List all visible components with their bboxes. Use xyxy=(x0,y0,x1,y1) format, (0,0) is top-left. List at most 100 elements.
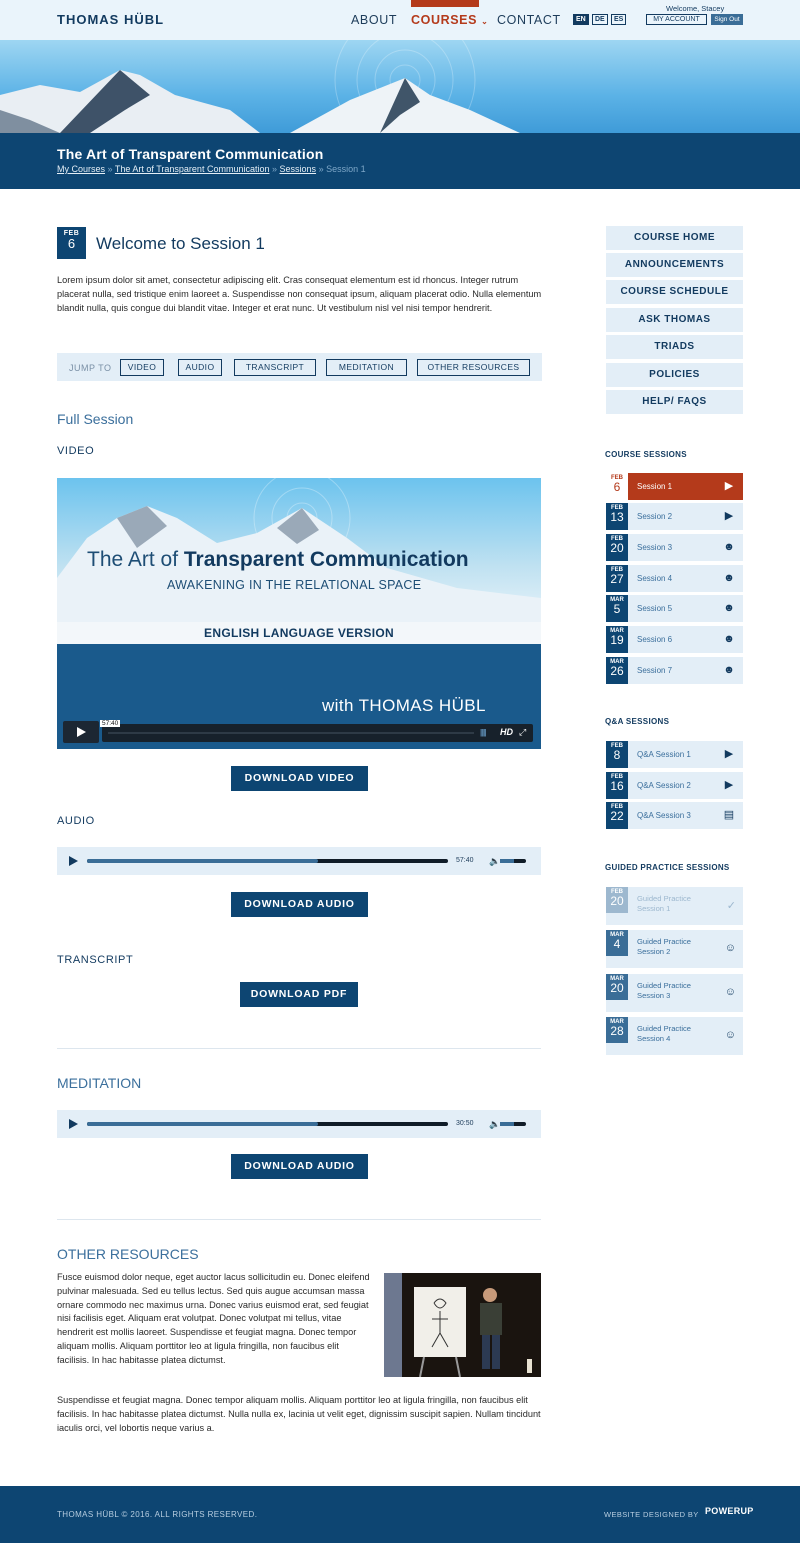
session-label: Session 1 xyxy=(637,482,673,491)
audio-scrubber[interactable] xyxy=(87,859,448,863)
video-player[interactable]: The Art of Transparent Communication AWA… xyxy=(57,478,541,749)
volume-icon[interactable]: ||||| xyxy=(480,728,486,737)
qa-session-item[interactable]: FEB 16 Q&A Session 2 ▶︎ xyxy=(606,772,743,799)
session-label: Session 4 xyxy=(637,574,673,583)
volume-icon[interactable]: 🔈 xyxy=(489,856,500,867)
lang-de[interactable]: DE xyxy=(592,14,608,25)
divider xyxy=(57,1219,541,1220)
divider xyxy=(57,1048,541,1049)
full-session-title: Full Session xyxy=(57,411,134,427)
video-play-button[interactable] xyxy=(63,721,99,743)
download-audio-button[interactable]: DOWNLOAD AUDIO xyxy=(231,892,368,917)
session-label: Session 2 xyxy=(637,512,673,521)
session-day: 6 xyxy=(67,236,76,251)
meditation-audio-player[interactable]: 30:50 🔈 xyxy=(57,1110,541,1138)
qa-session-item[interactable]: FEB 22 Q&A Session 3 ▤ xyxy=(606,802,743,829)
date-day: 27 xyxy=(610,572,624,586)
download-video-button[interactable]: DOWNLOAD VIDEO xyxy=(231,766,368,791)
video-time-tooltip: 57:40 xyxy=(100,720,121,727)
other-resources-title: OTHER RESOURCES xyxy=(57,1246,199,1262)
sign-out-button[interactable]: Sign Out xyxy=(711,14,743,25)
audio-play-button[interactable] xyxy=(69,1119,78,1129)
group-icon: ☻ xyxy=(723,572,735,584)
breadcrumb-current: Session 1 xyxy=(326,164,366,174)
label-line1: Guided Practice xyxy=(637,1024,692,1033)
date-badge: MAR 4 xyxy=(606,930,628,956)
jump-audio-button[interactable]: AUDIO xyxy=(178,359,222,376)
my-account-button[interactable]: MY ACCOUNT xyxy=(646,14,707,25)
lang-en[interactable]: EN xyxy=(573,14,589,25)
meditation-icon: ☺ xyxy=(724,942,736,954)
group-icon: ☻ xyxy=(723,664,735,676)
qa-session-item[interactable]: FEB 8 Q&A Session 1 ▶︎ xyxy=(606,741,743,768)
sidebar-ask-thomas[interactable]: ASK THOMAS xyxy=(606,308,743,332)
audio-play-button[interactable] xyxy=(69,856,78,866)
other-resources-text-2: Suspendisse et feugiat magna. Donec temp… xyxy=(57,1395,541,1433)
course-session-item[interactable]: FEB 27 Session 4 ☻ xyxy=(606,565,743,592)
course-session-item[interactable]: FEB 13 Session 2 ▶︎ xyxy=(606,503,743,530)
breadcrumb: My Courses » The Art of Transparent Comm… xyxy=(57,164,366,174)
guided-session-item[interactable]: FEB 20 Guided Practice Session 1 ✓ xyxy=(606,887,743,925)
powerup-logo[interactable]: POWERUP xyxy=(705,1506,754,1516)
date-badge: FEB 13 xyxy=(606,503,628,530)
date-day: 19 xyxy=(610,633,624,647)
breadcrumb-sessions[interactable]: Sessions xyxy=(280,164,317,174)
date-badge: MAR 20 xyxy=(606,974,628,1000)
sidebar-announcements[interactable]: ANNOUNCEMENTS xyxy=(606,253,743,277)
audio-scrubber[interactable] xyxy=(87,1122,448,1126)
jump-video-button[interactable]: VIDEO xyxy=(120,359,164,376)
guided-session-item[interactable]: MAR 28 Guided Practice Session 4 ☺ xyxy=(606,1017,743,1055)
course-session-item[interactable]: MAR 19 Session 6 ☻ xyxy=(606,626,743,653)
nav-courses[interactable]: COURSES ⌄ xyxy=(411,13,488,27)
video-scrubber[interactable] xyxy=(108,732,474,734)
breadcrumb-separator: » xyxy=(271,164,277,174)
date-day: 20 xyxy=(610,541,624,555)
hd-button[interactable]: HD xyxy=(500,727,513,737)
volume-slider[interactable] xyxy=(500,1122,526,1126)
video-icon: ▶︎ xyxy=(724,748,734,760)
jump-transcript-button[interactable]: TRANSCRIPT xyxy=(234,359,316,376)
lang-es[interactable]: ES xyxy=(611,14,627,25)
date-badge: FEB 6 xyxy=(606,473,628,500)
sidebar-policies[interactable]: POLICIES xyxy=(606,363,743,387)
video-title-bold: Transparent Communication xyxy=(183,548,469,571)
video-control-bar[interactable]: ||||| HD ⤢ xyxy=(102,724,533,742)
fullscreen-icon[interactable]: ⤢ xyxy=(519,727,526,738)
nav-about[interactable]: ABOUT xyxy=(351,13,397,27)
label-line2: Session 2 xyxy=(637,947,671,956)
guided-session-item[interactable]: MAR 20 Guided Practice Session 3 ☺ xyxy=(606,974,743,1012)
date-day: 13 xyxy=(610,510,624,524)
course-title: The Art of Transparent Communication xyxy=(57,146,324,162)
video-subtitle: AWAKENING IN THE RELATIONAL SPACE xyxy=(167,578,422,592)
sidebar-triads[interactable]: TRIADS xyxy=(606,335,743,359)
guided-session-item[interactable]: MAR 4 Guided Practice Session 2 ☺ xyxy=(606,930,743,968)
course-session-item[interactable]: FEB 6 Session 1 ▶︎ xyxy=(606,473,743,500)
nav-contact[interactable]: CONTACT xyxy=(497,13,561,27)
jump-meditation-button[interactable]: MEDITATION xyxy=(326,359,407,376)
download-pdf-button[interactable]: DOWNLOAD PDF xyxy=(240,982,358,1007)
session-date-badge: FEB 6 xyxy=(57,227,86,259)
volume-slider[interactable] xyxy=(500,859,526,863)
video-icon: ▶︎ xyxy=(724,510,734,522)
sidebar-course-home[interactable]: COURSE HOME xyxy=(606,226,743,250)
jump-other-resources-button[interactable]: OTHER RESOURCES xyxy=(417,359,530,376)
chevron-down-icon: ⌄ xyxy=(481,17,489,26)
breadcrumb-my-courses[interactable]: My Courses xyxy=(57,164,105,174)
sidebar-course-schedule[interactable]: COURSE SCHEDULE xyxy=(606,280,743,304)
audio-time: 57:40 xyxy=(456,857,474,864)
site-logo[interactable]: THOMAS HÜBL xyxy=(57,12,164,27)
session-label: Session 5 xyxy=(637,604,673,613)
breadcrumb-course[interactable]: The Art of Transparent Communication xyxy=(115,164,270,174)
qa-sessions-heading: Q&A SESSIONS xyxy=(605,717,670,726)
date-day: 20 xyxy=(610,981,624,995)
session-audio-player[interactable]: 57:40 🔈 xyxy=(57,847,541,875)
course-session-item[interactable]: MAR 26 Session 7 ☻ xyxy=(606,657,743,684)
download-meditation-button[interactable]: DOWNLOAD AUDIO xyxy=(231,1154,368,1179)
sidebar-help-faqs[interactable]: HELP/ FAQS xyxy=(606,390,743,414)
session-heading: Welcome to Session 1 xyxy=(96,234,265,253)
date-day: 22 xyxy=(610,809,624,823)
volume-icon[interactable]: 🔈 xyxy=(489,1119,500,1130)
course-session-item[interactable]: FEB 20 Session 3 ☻ xyxy=(606,534,743,561)
course-session-item[interactable]: MAR 5 Session 5 ☻ xyxy=(606,595,743,622)
designed-by: WEBSITE DESIGNED BY xyxy=(604,1510,699,1519)
